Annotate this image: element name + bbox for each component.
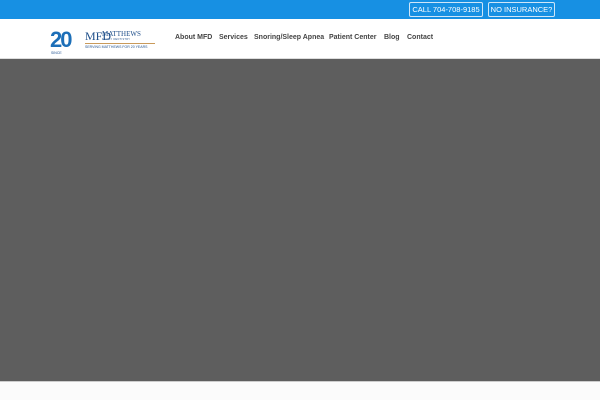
- logo-subtitle: FAMILY DENTISTRY: [102, 38, 131, 41]
- logo-since: SINCE: [51, 51, 62, 55]
- no-insurance-button[interactable]: NO INSURANCE?: [488, 2, 555, 17]
- nav-contact[interactable]: Contact: [407, 34, 433, 41]
- top-bar: CALL 704-708-9185 NO INSURANCE?: [0, 0, 600, 19]
- nav-snoring-sleep-apnea[interactable]: Snoring/Sleep Apnea: [254, 34, 324, 41]
- logo-tagline: SERVING MATTHEWS FOR 20 YEARS: [85, 45, 148, 49]
- logo-20-years: 20: [50, 27, 73, 52]
- nav-about[interactable]: About MFD: [175, 34, 212, 41]
- logo-divider: [85, 43, 155, 44]
- nav-services[interactable]: Services: [219, 34, 248, 41]
- call-button[interactable]: CALL 704-708-9185: [409, 2, 483, 17]
- nav-blog[interactable]: Blog: [384, 34, 400, 41]
- hero-area: [0, 59, 600, 382]
- site-header: 20 SINCE MFD MATTHEWS FAMILY DENTISTRY S…: [0, 19, 600, 59]
- logo-name: MATTHEWS: [102, 30, 141, 38]
- nav-patient-center[interactable]: Patient Center: [329, 34, 376, 41]
